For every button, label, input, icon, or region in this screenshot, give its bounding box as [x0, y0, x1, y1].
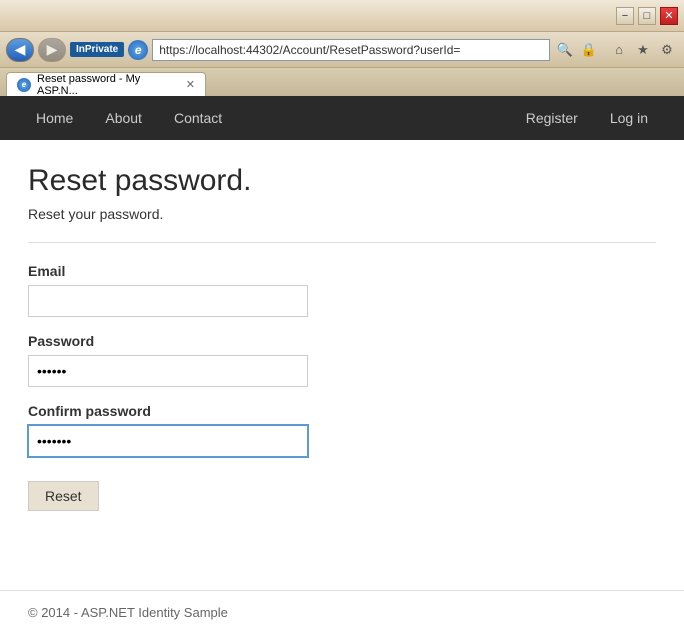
main-content: Reset password. Reset your password. Ema… [0, 140, 684, 590]
back-button[interactable]: ◀ [6, 38, 34, 62]
nav-links-right: Register Log in [510, 98, 664, 138]
title-bar: − □ ✕ [0, 0, 684, 32]
tab-close-button[interactable]: ✕ [186, 78, 195, 91]
nav-links-left: Home About Contact [20, 98, 238, 138]
close-button[interactable]: ✕ [660, 7, 678, 25]
reset-button[interactable]: Reset [28, 481, 99, 511]
nav-home[interactable]: Home [20, 98, 89, 138]
address-input[interactable] [152, 39, 550, 61]
nav-contact[interactable]: Contact [158, 98, 238, 138]
address-bar-row: ◀ ▶ InPrivate e 🔍 🔒 ⌂ ★ ⚙ [0, 32, 684, 68]
ie-logo: e [128, 40, 148, 60]
nav-bar: Home About Contact Register Log in [0, 96, 684, 140]
password-group: Password [28, 333, 656, 387]
tab-label: Reset password - My ASP.N... [37, 73, 178, 97]
forward-icon: ▶ [47, 41, 58, 58]
home-icon[interactable]: ⌂ [608, 39, 630, 61]
reset-password-form: Email Password Confirm password Reset [28, 263, 656, 511]
nav-register[interactable]: Register [510, 98, 594, 138]
email-input[interactable] [28, 285, 308, 317]
footer-text: © 2014 - ASP.NET Identity Sample [28, 605, 228, 620]
confirm-password-input[interactable] [28, 425, 308, 457]
settings-icon[interactable]: ⚙ [656, 39, 678, 61]
forward-button[interactable]: ▶ [38, 38, 66, 62]
inprivate-badge: InPrivate [70, 42, 124, 57]
back-icon: ◀ [15, 41, 26, 58]
nav-about[interactable]: About [89, 98, 158, 138]
maximize-button[interactable]: □ [638, 7, 656, 25]
tab-bar: e Reset password - My ASP.N... ✕ [0, 68, 684, 96]
confirm-password-group: Confirm password [28, 403, 656, 457]
search-icon[interactable]: 🔍 [554, 39, 576, 61]
page-title: Reset password. [28, 164, 656, 198]
browser-window: − □ ✕ ◀ ▶ InPrivate e 🔍 🔒 ⌂ ★ ⚙ e Reset … [0, 0, 684, 634]
page-content: Home About Contact Register Log in Reset… [0, 96, 684, 634]
favorites-icon[interactable]: ★ [632, 39, 654, 61]
confirm-password-label: Confirm password [28, 403, 656, 419]
password-input[interactable] [28, 355, 308, 387]
tab-ie-logo: e [17, 78, 31, 92]
page-subtitle: Reset your password. [28, 206, 656, 222]
nav-login[interactable]: Log in [594, 98, 664, 138]
address-icons: 🔍 🔒 [554, 39, 600, 61]
email-label: Email [28, 263, 656, 279]
email-group: Email [28, 263, 656, 317]
toolbar-icons: ⌂ ★ ⚙ [608, 39, 678, 61]
password-label: Password [28, 333, 656, 349]
lock-icon[interactable]: 🔒 [578, 39, 600, 61]
footer: © 2014 - ASP.NET Identity Sample [0, 590, 684, 634]
browser-tab[interactable]: e Reset password - My ASP.N... ✕ [6, 72, 206, 96]
minimize-button[interactable]: − [616, 7, 634, 25]
divider [28, 242, 656, 243]
